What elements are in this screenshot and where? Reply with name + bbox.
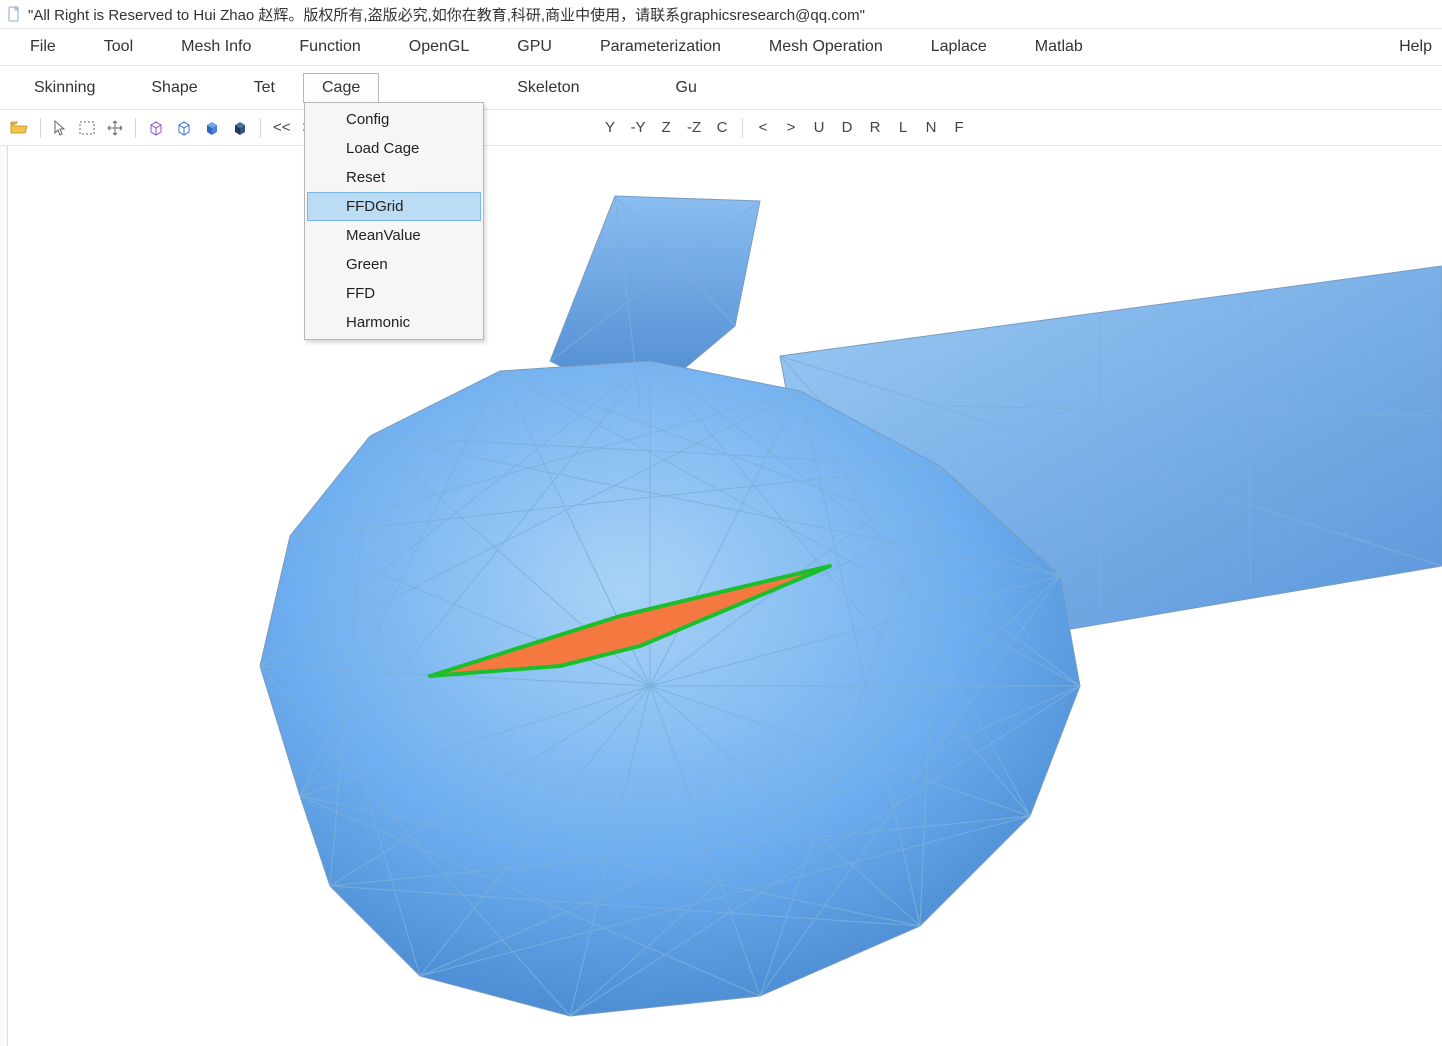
marquee-select-icon[interactable] bbox=[75, 116, 99, 140]
tb-n[interactable]: N bbox=[919, 116, 943, 140]
menu-laplace[interactable]: Laplace bbox=[907, 32, 1011, 62]
dd-meanvalue[interactable]: MeanValue bbox=[307, 221, 481, 250]
tb-neg-y[interactable]: -Y bbox=[626, 116, 650, 140]
menu-help[interactable]: Help bbox=[1375, 32, 1436, 62]
prev-button[interactable]: << bbox=[269, 116, 295, 140]
secondary-bar: Skinning Shape Tet Cage Config Load Cage… bbox=[0, 66, 1442, 110]
tb-c[interactable]: C bbox=[710, 116, 734, 140]
tb-u[interactable]: U bbox=[807, 116, 831, 140]
document-icon bbox=[6, 6, 22, 22]
sec-gu[interactable]: Gu bbox=[648, 73, 725, 103]
cube-solid-blue-icon[interactable] bbox=[200, 116, 224, 140]
move-icon[interactable] bbox=[103, 116, 127, 140]
toolbar-separator bbox=[742, 118, 743, 138]
dd-ffd[interactable]: FFD bbox=[307, 279, 481, 308]
toolbar-separator bbox=[260, 118, 261, 138]
menu-mesh-info[interactable]: Mesh Info bbox=[157, 32, 275, 62]
viewport-3d[interactable] bbox=[0, 146, 1442, 1046]
sec-skeleton[interactable]: Skeleton bbox=[489, 73, 607, 103]
menu-gpu[interactable]: GPU bbox=[493, 32, 576, 62]
menu-matlab[interactable]: Matlab bbox=[1011, 32, 1107, 62]
tb-y[interactable]: Y bbox=[598, 116, 622, 140]
tb-right[interactable]: > bbox=[779, 116, 803, 140]
sec-cage-label: Cage bbox=[322, 79, 360, 96]
sec-tet[interactable]: Tet bbox=[226, 73, 303, 103]
toolbar: << >> A V Y -Y Z -Z C < > U D R L N F bbox=[0, 110, 1442, 146]
menu-bar: File Tool Mesh Info Function OpenGL GPU … bbox=[0, 28, 1442, 66]
tb-r[interactable]: R bbox=[863, 116, 887, 140]
dd-load-cage[interactable]: Load Cage bbox=[307, 134, 481, 163]
dd-config[interactable]: Config bbox=[307, 105, 481, 134]
tb-left[interactable]: < bbox=[751, 116, 775, 140]
cage-dropdown: Config Load Cage Reset FFDGrid MeanValue… bbox=[304, 102, 484, 340]
window-title: "All Right is Reserved to Hui Zhao 赵辉。版权… bbox=[28, 4, 865, 25]
sec-skinning[interactable]: Skinning bbox=[6, 73, 123, 103]
tb-z[interactable]: Z bbox=[654, 116, 678, 140]
tb-f[interactable]: F bbox=[947, 116, 971, 140]
cube-solid-dark-icon[interactable] bbox=[228, 116, 252, 140]
mesh-render bbox=[0, 146, 1442, 1046]
dd-ffdgrid[interactable]: FFDGrid bbox=[307, 192, 481, 221]
cube-wire-blue-icon[interactable] bbox=[172, 116, 196, 140]
sec-shape[interactable]: Shape bbox=[123, 73, 225, 103]
menu-file[interactable]: File bbox=[6, 32, 80, 62]
tb-neg-z[interactable]: -Z bbox=[682, 116, 706, 140]
cube-wire-purple-icon[interactable] bbox=[144, 116, 168, 140]
dd-reset[interactable]: Reset bbox=[307, 163, 481, 192]
menu-parameterization[interactable]: Parameterization bbox=[576, 32, 745, 62]
dd-green[interactable]: Green bbox=[307, 250, 481, 279]
sec-cage[interactable]: Cage Config Load Cage Reset FFDGrid Mean… bbox=[303, 73, 379, 103]
dd-harmonic[interactable]: Harmonic bbox=[307, 308, 481, 337]
title-bar: "All Right is Reserved to Hui Zhao 赵辉。版权… bbox=[0, 0, 1442, 28]
folder-open-icon[interactable] bbox=[6, 116, 32, 140]
menu-function[interactable]: Function bbox=[275, 32, 384, 62]
menu-tool[interactable]: Tool bbox=[80, 32, 157, 62]
tb-d[interactable]: D bbox=[835, 116, 859, 140]
menu-opengl[interactable]: OpenGL bbox=[385, 32, 493, 62]
toolbar-separator bbox=[135, 118, 136, 138]
menu-mesh-operation[interactable]: Mesh Operation bbox=[745, 32, 907, 62]
toolbar-separator bbox=[40, 118, 41, 138]
tb-l[interactable]: L bbox=[891, 116, 915, 140]
pointer-icon[interactable] bbox=[49, 116, 71, 140]
